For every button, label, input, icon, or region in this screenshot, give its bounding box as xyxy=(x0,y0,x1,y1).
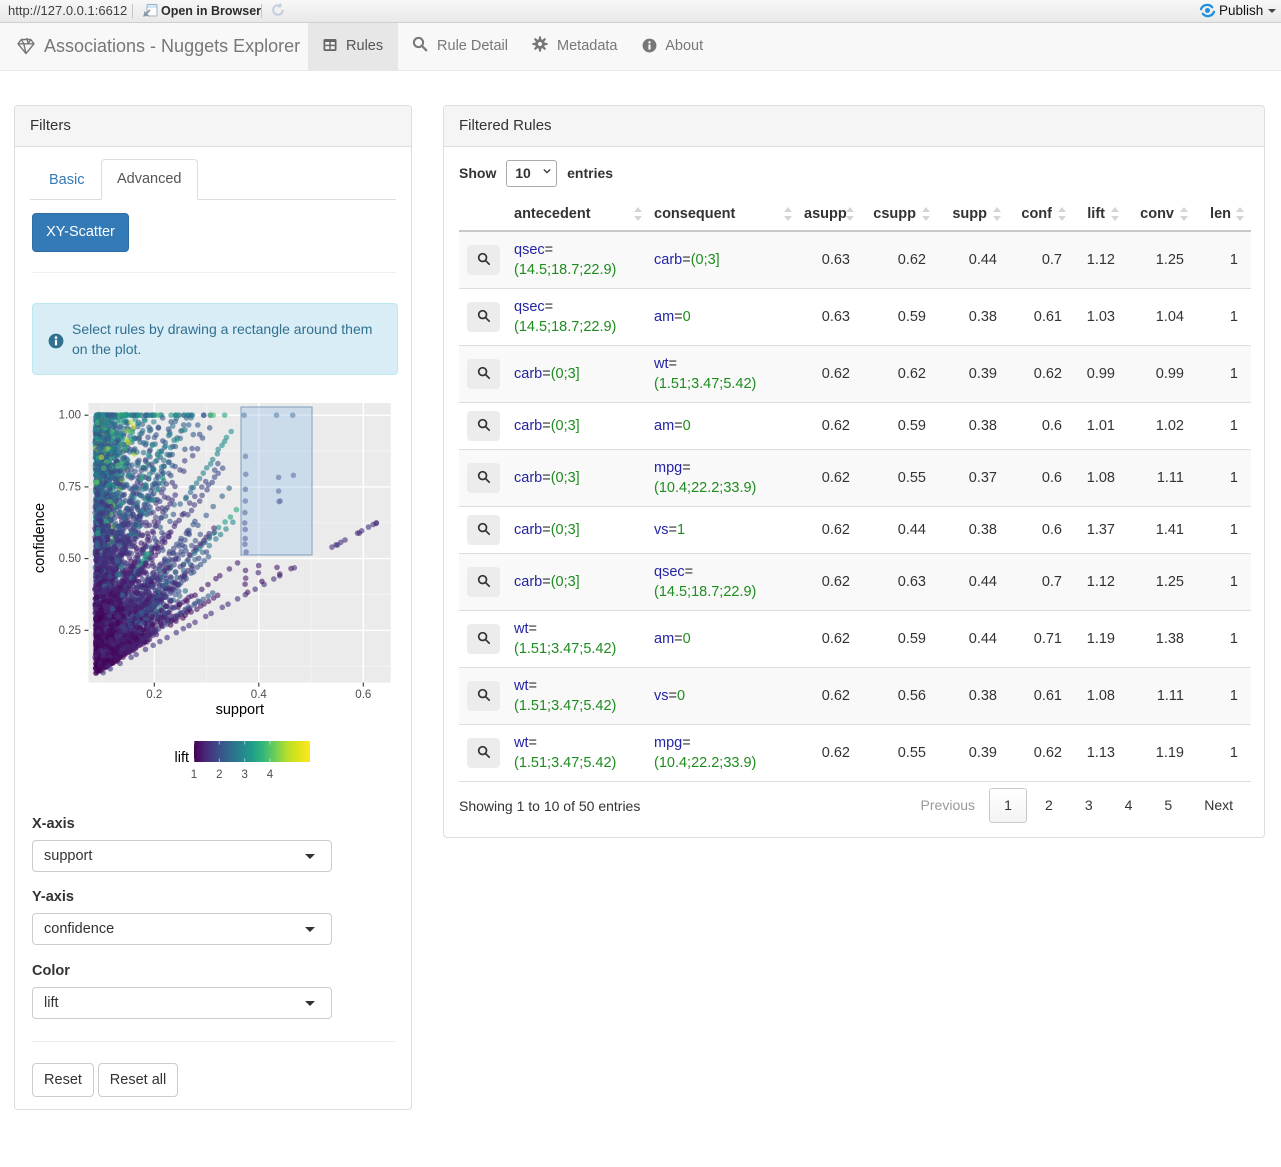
svg-text:0.75: 0.75 xyxy=(59,481,81,493)
svg-text:0.2: 0.2 xyxy=(146,689,162,701)
svg-text:0.25: 0.25 xyxy=(59,625,81,637)
svg-text:3: 3 xyxy=(241,769,247,781)
svg-text:0.6: 0.6 xyxy=(355,689,371,701)
svg-text:0.4: 0.4 xyxy=(251,689,268,701)
svg-text:0.50: 0.50 xyxy=(59,553,81,565)
svg-text:4: 4 xyxy=(267,769,274,781)
svg-text:1: 1 xyxy=(191,769,197,781)
svg-text:1.00: 1.00 xyxy=(59,410,81,422)
svg-text:support: support xyxy=(216,702,264,718)
svg-text:confidence: confidence xyxy=(32,503,48,573)
svg-text:lift: lift xyxy=(175,750,190,766)
svg-text:2: 2 xyxy=(216,769,222,781)
